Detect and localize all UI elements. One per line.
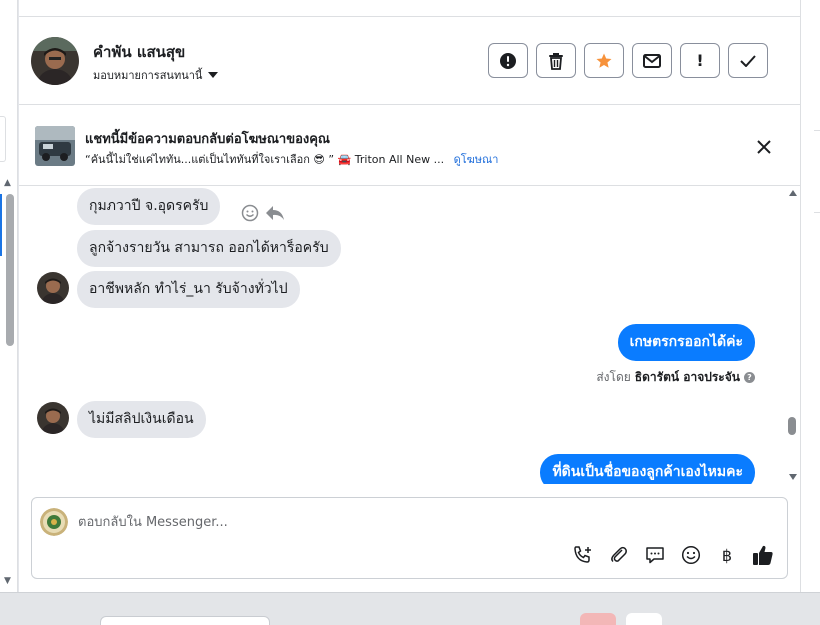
scroll-down-arrow-icon[interactable]: ▼ <box>4 576 11 586</box>
scrollbar-thumb[interactable] <box>788 417 796 435</box>
conversation-actions: ! <box>488 43 768 78</box>
follow-up-button[interactable]: ! <box>680 43 720 78</box>
browser-tab[interactable] <box>626 613 662 625</box>
scroll-up-arrow-icon[interactable]: ▲ <box>4 178 11 188</box>
browser-tab[interactable] <box>100 616 270 625</box>
divider <box>814 212 820 213</box>
baht-icon: ฿ <box>721 545 733 565</box>
conversation-header: คำพัน แสนสุข มอบหมายการสนทนานี้ ! <box>19 17 800 105</box>
selected-indicator <box>0 194 2 256</box>
react-emoji-icon[interactable] <box>241 204 259 222</box>
reply-input[interactable] <box>78 509 758 535</box>
ad-snippet: “คันนี้ไม่ใช่แค่ไททัน...แต่เป็นไททันที่ใ… <box>85 153 445 166</box>
contact-avatar[interactable] <box>37 402 69 434</box>
assign-label: มอบหมายการสนทนานี้ <box>93 69 203 82</box>
left-side-panel: ▲ ▼ <box>0 0 18 592</box>
sent-by-name: ธิดารัตน์ อาจประจัน <box>634 370 740 384</box>
ad-reply-banner: แชทนี้มีข้อความตอบกลับต่อโฆษณาของคุณ “คั… <box>19 106 800 186</box>
thread-scrollbar[interactable] <box>786 186 800 484</box>
payment-button[interactable]: ฿ <box>716 544 738 566</box>
outgoing-message[interactable]: ที่ดินเป็นชื่อของลูกค้าเองไหมคะ <box>540 454 755 484</box>
message-thread: กุมภวาปี จ.อุดรครับ ลูกจ้างรายวัน สามารถ… <box>19 186 800 484</box>
trash-icon <box>549 52 563 70</box>
sent-by-label: ส่งโดย ธิดารัตน์ อาจประจัน ? <box>596 368 755 387</box>
conversation-panel: คำพัน แสนสุข มอบหมายการสนทนานี้ ! แชทนี้… <box>19 0 800 592</box>
paperclip-icon <box>611 546 627 563</box>
scrollbar-thumb[interactable] <box>6 194 14 346</box>
phone-plus-icon <box>574 546 591 563</box>
message-hover-tools <box>241 204 285 222</box>
incoming-message[interactable]: ไม่มีสลิปเงินเดือน <box>77 401 206 438</box>
thumbs-up-icon <box>753 545 773 565</box>
sent-by-prefix: ส่งโดย <box>596 370 631 384</box>
contact-avatar[interactable] <box>31 37 79 85</box>
view-ad-link[interactable]: ดูโฆษณา <box>454 153 499 166</box>
emoji-icon <box>681 545 701 565</box>
incoming-message[interactable]: อาชีพหลัก ทำไร่_นา รับจ้างทั่วไป <box>77 271 300 308</box>
call-button[interactable] <box>572 544 594 566</box>
exclamation-icon: ! <box>696 51 704 70</box>
scroll-up-arrow-icon[interactable] <box>789 190 797 196</box>
checkmark-icon <box>740 54 756 67</box>
attach-button[interactable] <box>608 544 630 566</box>
envelope-icon <box>643 53 661 68</box>
contact-avatar[interactable] <box>37 272 69 304</box>
star-icon <box>596 53 612 68</box>
exclamation-circle-icon <box>500 52 516 69</box>
mark-spam-button[interactable] <box>488 43 528 78</box>
chat-bubble-icon <box>646 547 664 564</box>
assign-conversation-dropdown[interactable]: มอบหมายการสนทนานี้ <box>93 66 219 84</box>
browser-tab[interactable] <box>580 613 616 625</box>
outgoing-message[interactable]: เกษตรกรออกได้ค่ะ <box>617 324 755 361</box>
emoji-button[interactable] <box>680 544 702 566</box>
mark-unread-button[interactable] <box>632 43 672 78</box>
like-button[interactable] <box>752 544 774 566</box>
saved-replies-button[interactable] <box>644 544 666 566</box>
ad-thumbnail[interactable] <box>35 126 75 166</box>
divider <box>800 0 801 592</box>
page-avatar <box>40 508 68 536</box>
close-banner-button[interactable] <box>753 136 775 158</box>
incoming-message[interactable]: กุมภวาปี จ.อุดรครับ <box>77 188 221 225</box>
caret-down-icon <box>208 72 219 78</box>
scroll-down-arrow-icon[interactable] <box>789 474 797 480</box>
info-icon[interactable]: ? <box>744 372 755 383</box>
mark-done-button[interactable] <box>728 43 768 78</box>
star-button[interactable] <box>584 43 624 78</box>
reply-composer: ฿ <box>31 497 788 579</box>
composer-tools: ฿ <box>572 544 774 566</box>
right-side-panel <box>800 0 820 592</box>
taskbar <box>0 592 820 625</box>
ad-banner-title: แชทนี้มีข้อความตอบกลับต่อโฆษณาของคุณ <box>85 132 330 147</box>
close-icon <box>757 140 771 154</box>
ad-snippet-line: “คันนี้ไม่ใช่แค่ไททัน...แต่เป็นไททันที่ใ… <box>85 150 498 168</box>
collapsed-tab[interactable] <box>0 116 6 162</box>
contact-name[interactable]: คำพัน แสนสุข <box>93 40 185 64</box>
reply-icon[interactable] <box>265 205 285 221</box>
divider <box>814 130 820 131</box>
delete-button[interactable] <box>536 43 576 78</box>
incoming-message[interactable]: ลูกจ้างรายวัน สามารถ ออกได้หาร็อครับ <box>77 230 341 267</box>
